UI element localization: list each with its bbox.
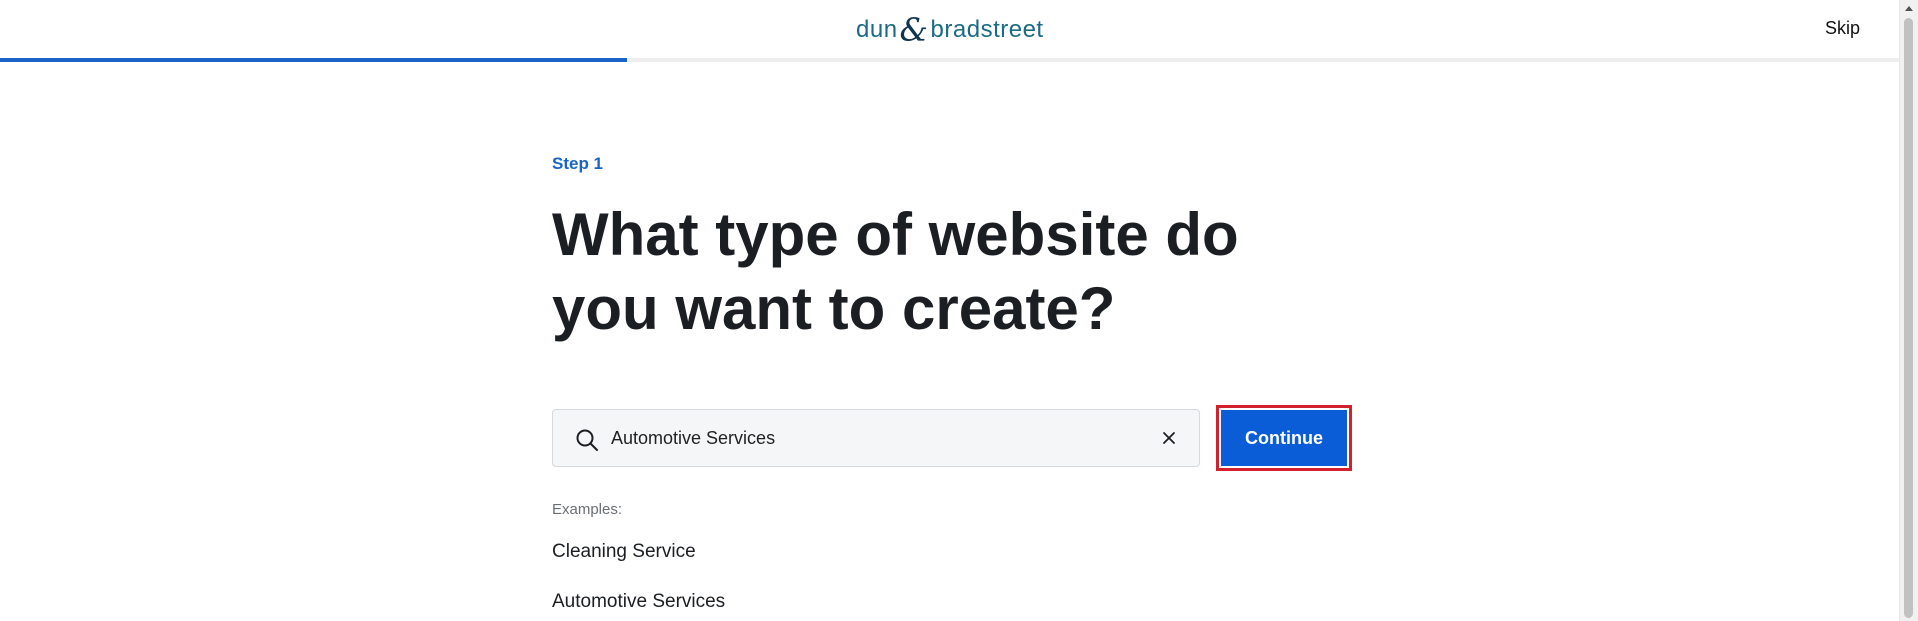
progress-bar	[0, 58, 1900, 62]
page: dun & bradstreet Skip Step 1 What type o…	[0, 0, 1918, 621]
search-input[interactable]	[611, 410, 1131, 466]
scroll-up-arrow-icon[interactable]	[1905, 6, 1913, 11]
vertical-scrollbar[interactable]	[1899, 0, 1918, 621]
continue-button[interactable]: Continue	[1216, 405, 1352, 471]
examples-label: Examples:	[552, 501, 623, 518]
close-icon[interactable]	[1161, 430, 1177, 446]
step-label: Step 1	[552, 154, 604, 173]
logo-text-left: dun	[856, 16, 898, 43]
skip-link[interactable]: Skip	[1825, 18, 1860, 39]
example-item-cleaning-service[interactable]: Cleaning Service	[552, 541, 696, 563]
example-item-automotive-services[interactable]: Automotive Services	[552, 591, 725, 613]
logo-ampersand: &	[899, 11, 929, 49]
scrollbar-thumb[interactable]	[1904, 18, 1913, 618]
logo-text-right: bradstreet	[930, 16, 1044, 43]
top-bar: dun & bradstreet Skip	[0, 0, 1900, 62]
search-icon	[576, 429, 598, 451]
continue-button-label: Continue	[1219, 408, 1349, 468]
page-title: What type of website do you want to crea…	[552, 201, 1239, 342]
dun-bradstreet-logo[interactable]: dun & bradstreet	[856, 10, 1044, 50]
search-field[interactable]	[552, 409, 1200, 467]
progress-bar-fill	[0, 58, 627, 62]
